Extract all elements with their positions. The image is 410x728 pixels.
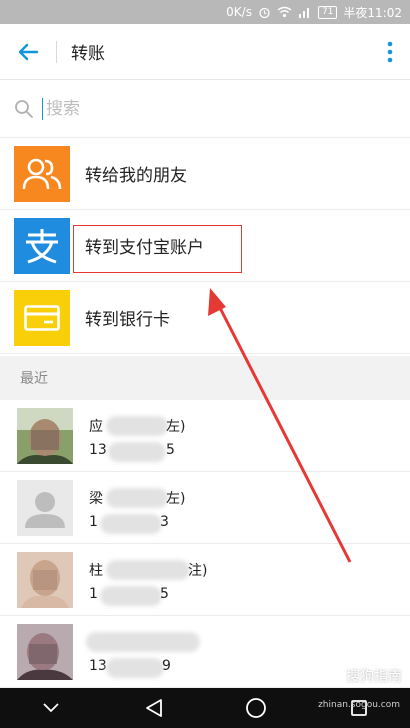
contact-account-suffix: 5 bbox=[166, 442, 175, 458]
contact-name-suffix: 左) bbox=[166, 419, 186, 435]
recent-contact-item[interactable]: 柱 注) 1 5 bbox=[0, 544, 410, 616]
signal-icon bbox=[298, 6, 312, 18]
contact-account-suffix: 3 bbox=[160, 514, 169, 530]
back-button[interactable] bbox=[0, 24, 56, 80]
more-button[interactable] bbox=[370, 24, 410, 80]
page-title: 转账 bbox=[71, 44, 105, 64]
network-speed: 0K/s bbox=[226, 5, 252, 19]
redaction-blur bbox=[106, 416, 168, 436]
contact-name-suffix: 注) bbox=[188, 563, 208, 579]
alarm-icon bbox=[258, 6, 271, 19]
redaction-blur bbox=[106, 658, 164, 678]
option-transfer-to-bank-card[interactable]: 转到银行卡 bbox=[0, 282, 410, 354]
redaction-blur bbox=[86, 632, 200, 652]
search-input[interactable] bbox=[42, 97, 372, 120]
contact-account-prefix: 13 bbox=[89, 442, 107, 458]
contact-account-suffix: 9 bbox=[162, 658, 171, 674]
nav-back-icon[interactable] bbox=[129, 688, 179, 728]
redaction-blur bbox=[106, 488, 168, 508]
contact-name-prefix: 柱 bbox=[89, 563, 103, 579]
nav-collapse-icon[interactable] bbox=[26, 688, 76, 728]
avatar bbox=[17, 552, 73, 608]
search-bar bbox=[0, 80, 410, 138]
friends-icon bbox=[14, 145, 70, 202]
watermark-url: zhinan.sogou.com bbox=[318, 700, 400, 710]
status-bar: 0K/s 71 半夜11:02 bbox=[0, 0, 410, 24]
contact-account-suffix: 5 bbox=[160, 586, 169, 602]
watermark-logo-icon bbox=[324, 668, 340, 684]
redaction-blur bbox=[100, 514, 162, 534]
contact-name-prefix: 梁 bbox=[89, 491, 103, 507]
contact-name-suffix: 左) bbox=[166, 491, 186, 507]
back-arrow-icon bbox=[18, 43, 39, 60]
alipay-icon bbox=[14, 217, 70, 274]
option-label: 转给我的朋友 bbox=[85, 166, 187, 186]
recent-section-header: 最近 bbox=[0, 356, 410, 400]
battery-icon: 71 bbox=[317, 5, 338, 19]
contact-name-prefix: 应 bbox=[89, 419, 103, 435]
recent-contact-item[interactable]: 应 左) 13 5 bbox=[0, 400, 410, 472]
redaction-blur bbox=[100, 586, 162, 606]
redaction-blur bbox=[106, 560, 190, 580]
watermark: 搜狗指南 bbox=[322, 666, 402, 686]
clock: 半夜11:02 bbox=[343, 5, 402, 20]
search-icon bbox=[12, 97, 36, 121]
avatar bbox=[17, 480, 73, 536]
annotation-highlight-box bbox=[73, 225, 242, 273]
wifi-icon bbox=[277, 6, 292, 18]
option-label: 转到银行卡 bbox=[85, 310, 170, 330]
watermark-text: 搜狗指南 bbox=[346, 669, 402, 685]
nav-home-icon[interactable] bbox=[231, 688, 281, 728]
contact-account-prefix: 1 bbox=[89, 514, 98, 530]
option-transfer-to-friend[interactable]: 转给我的朋友 bbox=[0, 138, 410, 210]
app-bar: 转账 bbox=[0, 24, 410, 80]
avatar bbox=[17, 408, 73, 464]
avatar bbox=[17, 624, 73, 680]
contact-account-prefix: 13 bbox=[89, 658, 107, 674]
appbar-divider bbox=[56, 40, 57, 63]
more-vertical-icon bbox=[387, 41, 393, 62]
recent-contact-item[interactable]: 梁 左) 1 3 bbox=[0, 472, 410, 544]
redaction-blur bbox=[108, 442, 166, 462]
bank-card-icon bbox=[14, 289, 70, 346]
contact-account-prefix: 1 bbox=[89, 586, 98, 602]
